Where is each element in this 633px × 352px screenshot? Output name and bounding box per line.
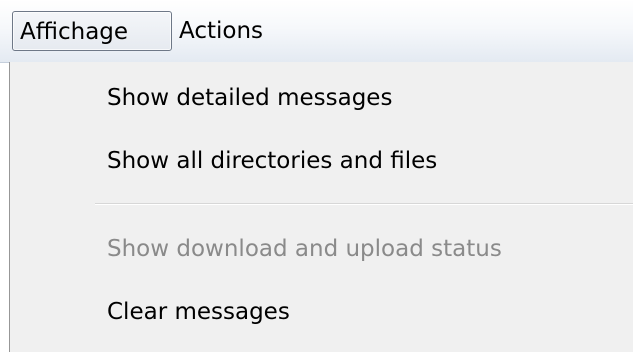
- menu-item-show-all-directories-and-files[interactable]: Show all directories and files: [10, 133, 633, 189]
- menu-bar: Affichage Actions: [0, 0, 633, 63]
- menu-item-show-detailed-messages[interactable]: Show detailed messages: [10, 70, 633, 126]
- affichage-dropdown-menu: Show detailed messages Show all director…: [9, 62, 633, 352]
- menu-item-clear-messages[interactable]: Clear messages: [10, 284, 633, 340]
- menu-actions[interactable]: Actions: [173, 11, 269, 51]
- menu-separator: [95, 203, 633, 205]
- menu-item-show-download-upload-status[interactable]: Show download and upload status: [10, 221, 633, 277]
- menu-affichage[interactable]: Affichage: [12, 11, 172, 51]
